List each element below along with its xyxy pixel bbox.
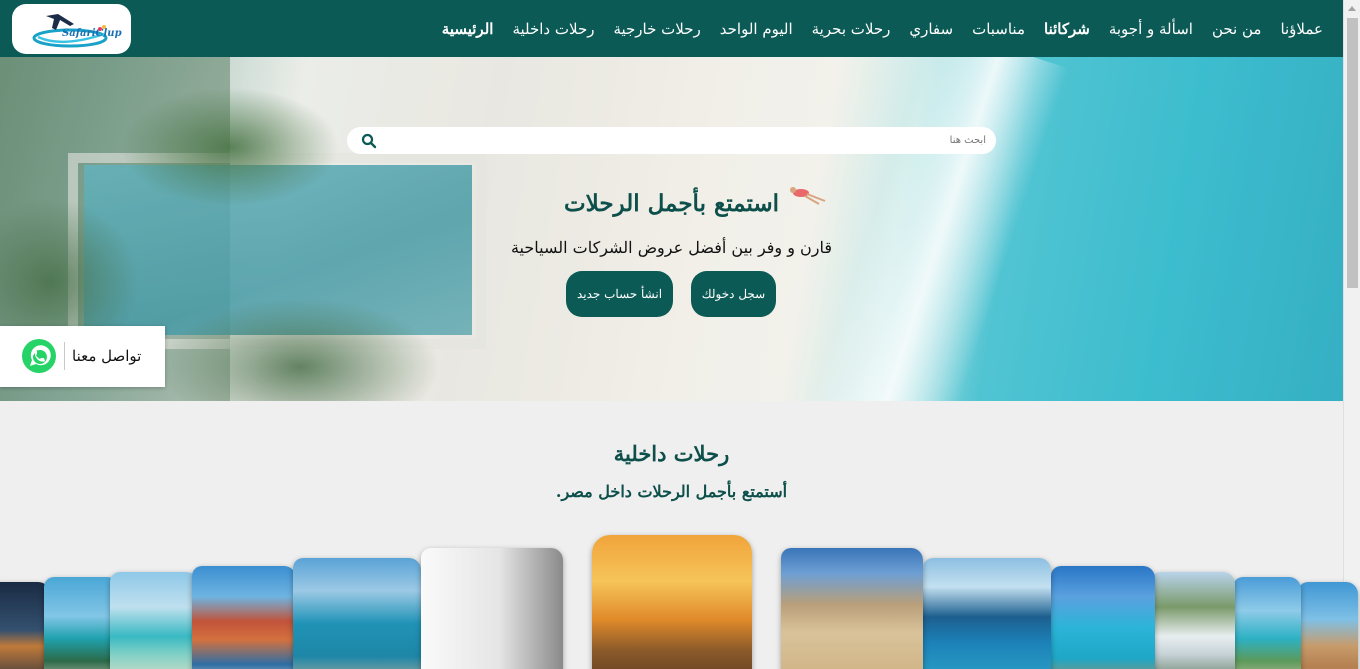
whatsapp-icon	[22, 339, 56, 373]
contact-label: تواصل معنا	[72, 347, 142, 365]
trip-card-palm-beach[interactable]	[44, 577, 119, 669]
logo-image: SafariClup	[32, 14, 122, 48]
hero-subtitle: قارن و وفر بين أفضل عروض الشركات السياحي…	[510, 238, 833, 257]
scroll-up-arrow-icon[interactable]	[1348, 6, 1356, 11]
trip-card-desert-camp[interactable]	[781, 548, 923, 669]
nav-item-8[interactable]: اسألة و أجوبة	[1109, 20, 1193, 38]
site-logo[interactable]: SafariClup	[12, 4, 131, 54]
nav-item-10[interactable]: عملاؤنا	[1280, 20, 1323, 38]
trip-card-night-marina[interactable]	[0, 582, 50, 669]
nav-item-1[interactable]: رحلات داخلية	[512, 20, 594, 38]
top-navbar: SafariClup الرئيسية رحلات داخلية رحلات خار…	[0, 0, 1343, 57]
hero-title: استمتع بأجمل الرحلات	[563, 190, 780, 217]
search-bar	[347, 127, 996, 154]
nav-item-9[interactable]: من نحن	[1212, 20, 1262, 38]
section-title: رحلات داخلية	[613, 441, 730, 466]
nav-item-2[interactable]: رحلات خارجية	[613, 20, 700, 38]
logo-text: SafariClup	[62, 28, 122, 39]
main-nav: الرئيسية رحلات داخلية رحلات خارجية اليوم ال…	[442, 0, 1323, 57]
trip-card-umbrellas[interactable]	[1298, 582, 1358, 669]
trip-card-pier[interactable]	[1051, 566, 1155, 669]
trip-card-resort[interactable]	[1233, 577, 1301, 669]
nav-item-0[interactable]: الرئيسية	[442, 20, 494, 38]
register-button[interactable]: انشأ حساب جديد	[566, 271, 673, 317]
contact-divider	[64, 342, 65, 370]
hero-overlay	[0, 57, 1343, 401]
page: استمتع بأجمل الرحلات قارن و وفر بين أفضل…	[0, 0, 1360, 669]
trip-card-coast[interactable]	[293, 558, 421, 669]
trip-card-lagoon[interactable]	[110, 572, 198, 669]
section-subtitle: أستمتع بأجمل الرحلات داخل مصر.	[555, 482, 788, 501]
trip-card-placeholder[interactable]	[421, 548, 563, 669]
hero-banner	[0, 57, 1343, 401]
trip-card-temple-sunset[interactable]	[592, 535, 752, 669]
nav-item-4[interactable]: رحلات بحرية	[812, 20, 891, 38]
search-icon[interactable]	[361, 133, 377, 149]
login-button[interactable]: سجل دخولك	[691, 271, 776, 317]
trip-card-cliff-sea[interactable]	[923, 558, 1051, 669]
search-input[interactable]	[396, 131, 986, 150]
nav-item-6[interactable]: مناسبات	[972, 20, 1025, 38]
nav-item-3[interactable]: اليوم الواحد	[720, 20, 793, 38]
page-scrollbar[interactable]	[1343, 0, 1360, 669]
scrollbar-thumb[interactable]	[1347, 18, 1358, 288]
trip-card-waterfall[interactable]	[1151, 572, 1235, 669]
trip-card-harbor[interactable]	[192, 566, 296, 669]
nav-item-7[interactable]: شركائنا	[1044, 20, 1090, 38]
nav-item-5[interactable]: سفاري	[909, 20, 953, 38]
contact-us-widget[interactable]: تواصل معنا	[0, 326, 165, 387]
